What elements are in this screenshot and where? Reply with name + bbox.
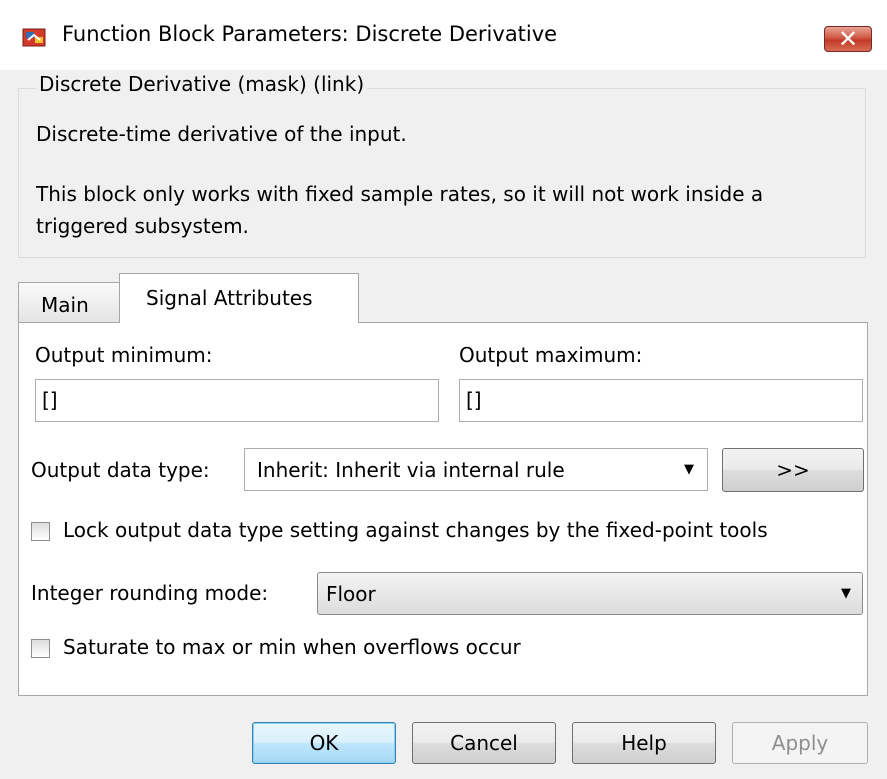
title-bar: Function Block Parameters: Discrete Deri… <box>0 0 887 70</box>
window-title: Function Block Parameters: Discrete Deri… <box>62 22 558 46</box>
output-minimum-field[interactable]: [] <box>35 379 439 422</box>
close-icon: ✕ <box>837 25 859 53</box>
dialog-window: Function Block Parameters: Discrete Deri… <box>0 0 887 779</box>
integer-rounding-value: Floor <box>326 582 376 606</box>
tab-signal-attributes[interactable]: Signal Attributes <box>119 273 359 323</box>
ok-button[interactable]: OK <box>252 722 396 764</box>
saturate-checkbox[interactable] <box>31 639 50 658</box>
help-button[interactable]: Help <box>572 722 716 764</box>
integer-rounding-label: Integer rounding mode: <box>31 581 269 605</box>
output-data-type-label: Output data type: <box>31 458 210 482</box>
description-line-2: This block only works with fixed sample … <box>36 182 764 238</box>
lock-data-type-label: Lock output data type setting against ch… <box>63 518 768 542</box>
signal-attributes-panel: Output minimum: [] Output maximum: [] Ou… <box>18 322 868 696</box>
chevron-down-icon: ▼ <box>841 586 851 601</box>
tab-container: Main Signal Attributes Output minimum: [… <box>18 270 868 696</box>
close-button[interactable]: ✕ <box>824 25 872 53</box>
data-type-assistant-button[interactable]: >> <box>722 448 864 492</box>
tab-signal-attributes-label: Signal Attributes <box>146 286 313 310</box>
tab-main-label: Main <box>41 293 89 317</box>
description-legend: Discrete Derivative (mask) (link) <box>36 72 368 96</box>
description-line-1: Discrete-time derivative of the input. <box>36 122 407 146</box>
integer-rounding-select[interactable]: Floor ▼ <box>317 572 863 615</box>
simulink-block-icon <box>22 28 46 47</box>
saturate-label: Saturate to max or min when overflows oc… <box>63 635 521 659</box>
output-maximum-value: [] <box>466 388 482 412</box>
chevron-down-icon: ▼ <box>684 462 694 477</box>
lock-data-type-checkbox[interactable] <box>31 522 50 541</box>
description-text: Discrete-time derivative of the input. T… <box>36 118 861 270</box>
apply-button[interactable]: Apply <box>732 722 868 764</box>
output-maximum-field[interactable]: [] <box>459 379 863 422</box>
output-data-type-value: Inherit: Inherit via internal rule <box>257 458 565 482</box>
tab-main[interactable]: Main <box>18 282 120 322</box>
cancel-button[interactable]: Cancel <box>412 722 556 764</box>
output-minimum-label: Output minimum: <box>35 343 213 367</box>
output-maximum-label: Output maximum: <box>459 343 643 367</box>
output-minimum-value: [] <box>42 388 58 412</box>
output-data-type-select[interactable]: Inherit: Inherit via internal rule ▼ <box>244 448 708 491</box>
